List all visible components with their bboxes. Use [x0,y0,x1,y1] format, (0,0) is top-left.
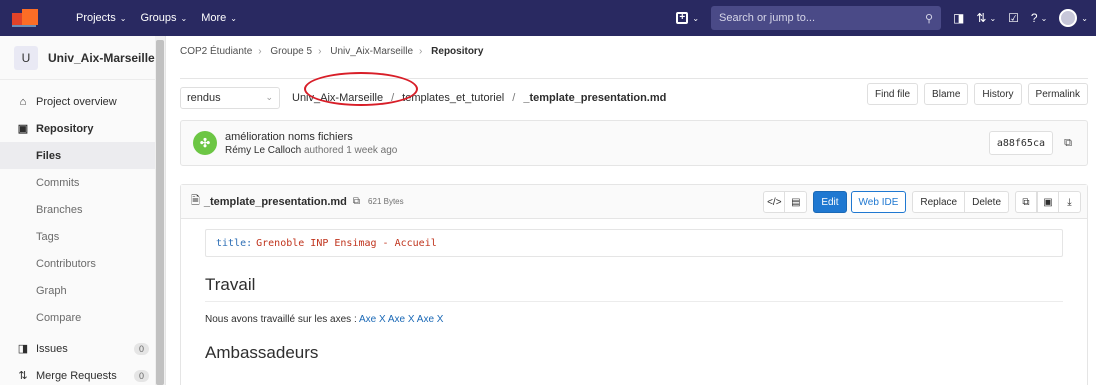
help-icon[interactable]: ? ⌄ [1031,11,1047,25]
raw-icon[interactable]: ▣ [1037,191,1059,213]
sidebar-item-branches[interactable]: Branches [0,196,165,223]
paragraph: Nous avons travaillé sur les axes : Axe … [205,314,1063,325]
plus-icon: + [676,12,689,24]
issues-count-badge: 0 [133,342,149,355]
sidebar: U Univ_Aix-Marseille ⌂ Project overview … [0,36,166,385]
sidebar-scrollbar[interactable] [155,36,165,385]
copy-icon[interactable]: ⧉ [353,196,360,207]
merge-requests-count-badge: 0 [133,369,149,382]
nav-more[interactable]: More ⌄ [201,12,237,24]
sidebar-item-compare[interactable]: Compare [0,304,165,331]
breadcrumb-item-current[interactable]: Repository [431,46,483,57]
sidebar-item-files[interactable]: Files [0,142,165,169]
tree-controls: rendus ⌄ Univ_Aix-Marseille / templates_… [180,72,1088,109]
download-icon[interactable]: ⤓ [1059,191,1081,213]
sidebar-item-overview[interactable]: ⌂ Project overview [0,88,165,115]
sidebar-item-label: Issues [36,342,68,355]
sidebar-project[interactable]: U Univ_Aix-Marseille [0,36,165,80]
chevron-down-icon: ⌄ [265,92,273,102]
commit-action: authored [303,144,344,156]
path-segment[interactable]: templates_et_tutoriel [402,92,504,104]
nav-groups[interactable]: Groups ⌄ [140,12,187,24]
todos-icon[interactable]: ☑ [1008,11,1019,25]
sidebar-item-contributors[interactable]: Contributors [0,250,165,277]
nav-projects[interactable]: Projects ⌄ [76,12,126,24]
file-viewer: 🗎 _template_presentation.md ⧉ 621 Bytes … [180,184,1088,385]
copy-icon[interactable]: ⧉ [1015,191,1037,213]
project-avatar: U [14,45,38,70]
heading-ambassadeurs: Ambassadeurs [205,343,319,362]
edit-button[interactable]: Edit [813,191,847,213]
permalink-button[interactable]: Permalink [1027,83,1088,105]
yaml-key: title: [216,237,253,249]
home-icon: ⌂ [19,95,27,108]
search-icon: ⚲ [924,12,934,25]
blame-button[interactable]: Blame [924,83,969,105]
commit-sha[interactable]: a88f65ca [988,131,1053,155]
last-commit: ✣ amélioration noms fichiers Rémy Le Cal… [180,120,1088,166]
chevron-down-icon: ⌄ [692,13,700,23]
axes-links[interactable]: Axe X Axe X Axe X [359,314,444,325]
yaml-value: Grenoble INP Ensimag - Accueil [256,237,437,249]
history-button[interactable]: History [974,83,1022,105]
issues-icon[interactable]: ◨ [953,11,964,25]
main-content: COP2 Étudiante › Groupe 5 › Univ_Aix-Marse… [166,36,1096,385]
delete-button[interactable]: Delete [965,191,1009,213]
project-name: Univ_Aix-Marseille [48,50,155,65]
branch-name: rendus [187,91,221,104]
issues-icon: ◨ [17,343,29,355]
annotation-circle [304,72,418,106]
paragraph-text: Nous avons travaillé sur les axes : [205,314,359,325]
commit-title[interactable]: amélioration noms fichiers [225,131,397,143]
file-icon: 🗎 [191,195,200,207]
sidebar-item-label: Repository [36,122,94,135]
copy-icon[interactable]: ⧉ [1057,131,1079,155]
web-ide-button[interactable]: Web IDE [850,191,907,213]
breadcrumb: COP2 Étudiante › Groupe 5 › Univ_Aix-Marse… [180,46,484,57]
front-matter: title: Grenoble INP Ensimag - Accueil [205,229,1063,257]
replace-button[interactable]: Replace [912,191,966,213]
sidebar-item-repository[interactable]: ▣ Repository [0,115,165,142]
file-size: 621 Bytes [368,197,404,206]
file-name: _template_presentation.md [203,195,347,208]
sidebar-item-tags[interactable]: Tags [0,223,165,250]
search-input[interactable]: Search or jump to... ⚲ [711,6,942,30]
chevron-down-icon: ⌄ [180,13,188,23]
commit-author-avatar[interactable]: ✣ [193,131,217,155]
commit-time: 1 week ago [346,144,398,156]
sidebar-item-label: Project overview [36,95,117,108]
breadcrumb-item[interactable]: Univ_Aix-Marseille [330,46,413,57]
nav-more-label: More [201,12,227,24]
sidebar-item-graph[interactable]: Graph [0,277,165,304]
file-body: title: Grenoble INP Ensimag - Accueil Tr… [181,219,1087,373]
top-navbar: Projects ⌄ Groups ⌄ More ⌄ + ⌄ Search or… [0,0,1096,36]
nav-groups-label: Groups [140,12,177,24]
breadcrumb-item[interactable]: Groupe 5 [270,46,312,57]
logo-icon[interactable] [12,7,48,29]
merge-request-icon: ⇅ [18,370,28,382]
chevron-down-icon: ⌄ [119,13,127,23]
breadcrumb-item[interactable]: COP2 Étudiante [180,46,252,57]
search-placeholder: Search or jump to... [719,12,816,24]
sidebar-item-merge-requests[interactable]: ⇅ Merge Requests 0 [0,362,165,385]
commit-author[interactable]: Rémy Le Calloch [225,145,301,156]
find-file-button[interactable]: Find file [867,83,919,105]
path-file: _template_presentation.md [523,91,667,104]
user-avatar[interactable] [1059,9,1078,27]
branch-selector[interactable]: rendus ⌄ [180,86,280,109]
commit-author-line: Rémy Le Calloch authored 1 week ago [225,145,397,156]
merge-requests-icon[interactable]: ⇅ ⌄ [976,11,996,25]
sidebar-item-label: Merge Requests [36,369,117,382]
new-dropdown-button[interactable]: + ⌄ [676,12,699,24]
code-icon[interactable]: </> [763,191,786,213]
chevron-down-icon: ⌄ [230,13,237,23]
sidebar-item-commits[interactable]: Commits [0,169,165,196]
repository-icon: ▣ [17,123,29,135]
chevron-down-icon: ⌄ [1081,13,1088,23]
file-header: 🗎 _template_presentation.md ⧉ 621 Bytes … [181,185,1087,219]
sidebar-item-issues[interactable]: ◨ Issues 0 [0,335,165,362]
rendered-icon[interactable]: ▤ [785,191,808,213]
nav-projects-label: Projects [76,12,116,24]
heading-travail: Travail [205,275,1063,302]
